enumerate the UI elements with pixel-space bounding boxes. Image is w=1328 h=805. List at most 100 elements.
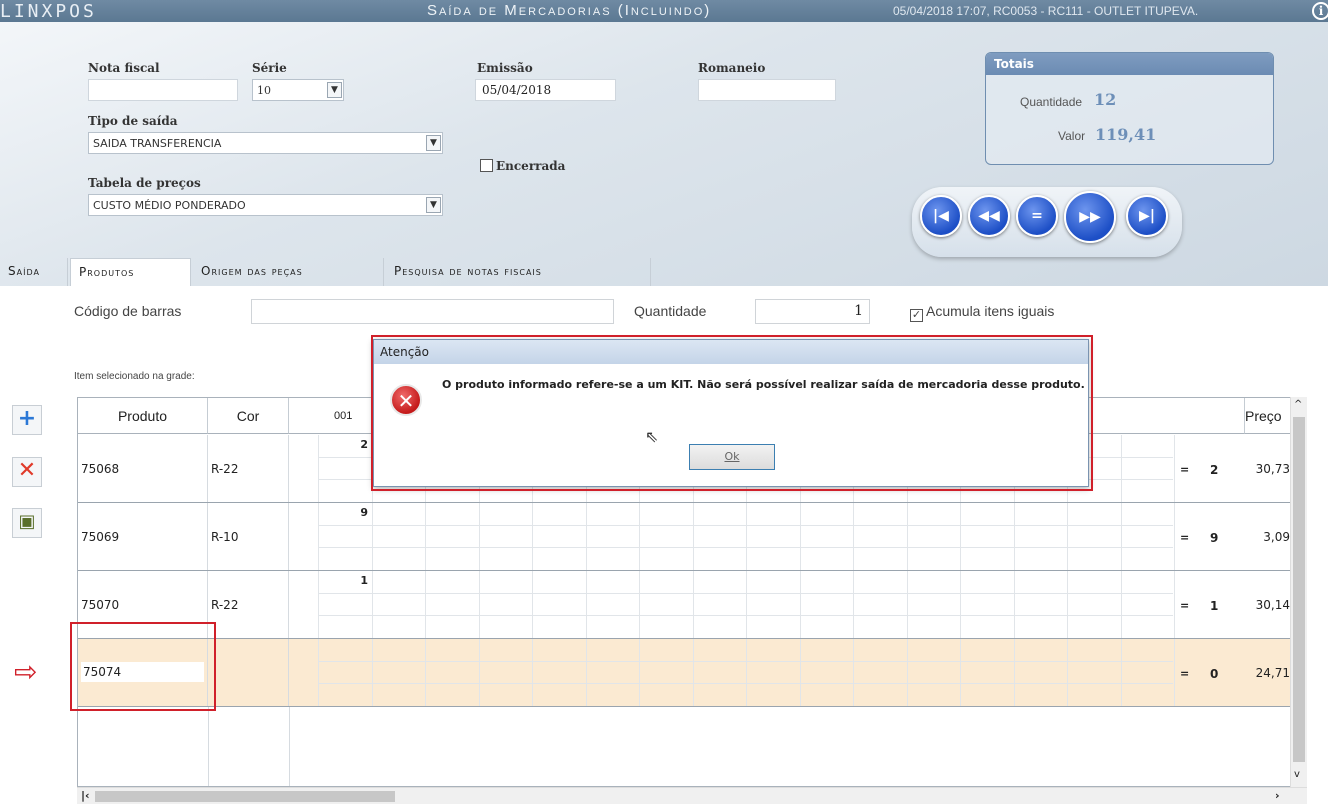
size-subgrid[interactable] xyxy=(318,503,1175,570)
nota-fiscal-label: Nota fiscal xyxy=(88,61,160,75)
checkbox-checked-icon[interactable]: ✓ xyxy=(910,309,923,322)
cell-cor[interactable]: R-22 xyxy=(208,435,289,502)
emissao-input[interactable]: 05/04/2018 xyxy=(475,79,616,101)
subgrid-column xyxy=(318,639,319,706)
acumula-checkbox[interactable]: ✓ Acumula itens iguais xyxy=(910,303,1054,322)
encerrada-label: Encerrada xyxy=(496,159,566,173)
tab-bar: Saída Produtos Origem das peças Pesquisa… xyxy=(0,258,1328,286)
total-valor-label: Valor xyxy=(1058,129,1086,143)
subgrid-column xyxy=(1013,571,1015,638)
totais-panel: Totais Quantidade 12 Valor 119,41 xyxy=(985,52,1274,165)
subgrid-column xyxy=(371,571,373,638)
chevron-down-icon[interactable]: ▼ xyxy=(426,135,441,151)
session-info: 05/04/2018 17:07, RC0053 - RC111 - OUTLE… xyxy=(893,4,1199,18)
chevron-down-icon[interactable]: v xyxy=(1294,769,1300,780)
last-icon[interactable]: ▶| xyxy=(1126,195,1168,237)
column-divider xyxy=(208,707,209,786)
subgrid-column xyxy=(746,503,747,570)
tipo-saida-label: Tipo de saída xyxy=(88,114,178,128)
cell-preco: 30,14 xyxy=(1255,598,1290,612)
cell-cor[interactable]: R-22 xyxy=(208,571,289,638)
add-item-button[interactable]: + xyxy=(12,405,42,435)
subgrid-column xyxy=(1013,639,1015,706)
app-logo: LINXPOS xyxy=(0,1,97,22)
cell-cor[interactable]: R-10 xyxy=(208,503,289,570)
film-button[interactable]: ▣ xyxy=(12,508,42,538)
tab-pesquisa-notas[interactable]: Pesquisa de notas fiscais xyxy=(386,258,651,286)
cell-cor[interactable] xyxy=(208,639,289,706)
cell-quantity: 2 xyxy=(1210,463,1219,477)
annotation-dialog-box xyxy=(371,335,1093,491)
subgrid-column xyxy=(1120,503,1122,570)
subgrid-column xyxy=(906,503,908,570)
size-subgrid[interactable] xyxy=(318,639,1175,706)
previous-icon[interactable]: ◀◀ xyxy=(968,195,1010,237)
tab-origem-pecas[interactable]: Origem das peças xyxy=(193,258,384,286)
quantidade-input[interactable]: 1 xyxy=(755,299,870,324)
chevron-up-icon[interactable]: ^ xyxy=(1294,399,1302,410)
chevron-right-icon[interactable]: › xyxy=(1275,789,1280,802)
cell-equals: = xyxy=(1180,531,1190,544)
romaneio-input[interactable] xyxy=(698,79,836,101)
subgrid-column xyxy=(478,571,480,638)
table-row[interactable]: 75069 R-10 9 = 9 3,09 xyxy=(78,503,1306,571)
encerrada-checkbox[interactable]: Encerrada xyxy=(480,159,565,173)
chevron-down-icon[interactable]: ▼ xyxy=(426,197,441,213)
col-header-cor[interactable]: Cor xyxy=(208,398,289,434)
tipo-saida-value: SAIDA TRANSFERENCIA xyxy=(93,137,222,150)
title-bar: LINXPOS Saída de Mercadorias (Incluindo)… xyxy=(0,0,1328,22)
subgrid-column xyxy=(1174,639,1175,706)
cell-produto[interactable]: 75068 xyxy=(78,435,208,502)
subgrid-column xyxy=(692,503,694,570)
subgrid-column xyxy=(960,571,961,638)
next-icon[interactable]: ▶▶ xyxy=(1064,191,1116,243)
serie-select[interactable]: 10 ▼ xyxy=(252,79,344,101)
info-icon[interactable]: i xyxy=(1312,2,1328,20)
annotation-arrow-icon: ⇨ xyxy=(14,655,38,688)
subgrid-column xyxy=(478,639,480,706)
vertical-scrollbar[interactable]: ^ v xyxy=(1290,397,1307,787)
size-subgrid[interactable] xyxy=(318,571,1175,638)
horizontal-scrollbar[interactable]: |‹ › xyxy=(77,787,1307,804)
first-icon[interactable]: |◀ xyxy=(920,195,962,237)
chevron-left-icon[interactable]: |‹ xyxy=(81,789,90,802)
tipo-saida-select[interactable]: SAIDA TRANSFERENCIA ▼ xyxy=(88,132,443,154)
subgrid-column xyxy=(1174,435,1175,502)
chevron-down-icon[interactable]: ▼ xyxy=(327,82,342,98)
record-icon[interactable]: = xyxy=(1016,195,1058,237)
subgrid-column xyxy=(960,503,961,570)
subgrid-column xyxy=(1120,639,1122,706)
subgrid-column xyxy=(425,503,426,570)
codigo-barras-input[interactable] xyxy=(251,299,614,324)
cell-quantity: 1 xyxy=(1210,599,1219,613)
table-row[interactable]: 75070 R-22 1 = 1 30,14 xyxy=(78,571,1306,639)
subgrid-column xyxy=(478,503,480,570)
romaneio-label: Romaneio xyxy=(698,61,766,75)
subgrid-column xyxy=(585,571,587,638)
subgrid-column xyxy=(585,503,587,570)
tab-saida[interactable]: Saída xyxy=(0,258,68,286)
subgrid-column xyxy=(906,571,908,638)
subgrid-column xyxy=(1013,503,1015,570)
checkbox-icon[interactable] xyxy=(480,159,493,172)
tabela-precos-select[interactable]: CUSTO MÉDIO PONDERADO ▼ xyxy=(88,194,443,216)
item-selecionado-label: Item selecionado na grade: xyxy=(74,371,195,382)
cell-produto[interactable]: 75069 xyxy=(78,503,208,570)
subgrid-column xyxy=(585,639,587,706)
subgrid-column xyxy=(1067,639,1068,706)
table-row-selected[interactable]: 75074 = 0 24,71 xyxy=(78,639,1306,707)
col-header-produto[interactable]: Produto xyxy=(78,398,208,434)
scroll-thumb[interactable] xyxy=(1293,417,1305,762)
tab-produtos[interactable]: Produtos xyxy=(70,258,191,286)
nota-fiscal-input[interactable] xyxy=(88,79,238,101)
remove-item-button[interactable]: ✕ xyxy=(12,457,42,487)
acumula-label: Acumula itens iguais xyxy=(926,303,1055,319)
header-panel: Nota fiscal Série 10 ▼ Emissão 05/04/201… xyxy=(0,22,1328,286)
subgrid-column xyxy=(639,503,640,570)
subgrid-column xyxy=(1120,435,1122,502)
subgrid-column xyxy=(639,639,640,706)
scroll-thumb[interactable] xyxy=(95,791,395,802)
cell-preco: 30,73 xyxy=(1255,462,1290,476)
mouse-cursor-icon: ⇖ xyxy=(645,427,659,446)
subgrid-column xyxy=(799,503,801,570)
